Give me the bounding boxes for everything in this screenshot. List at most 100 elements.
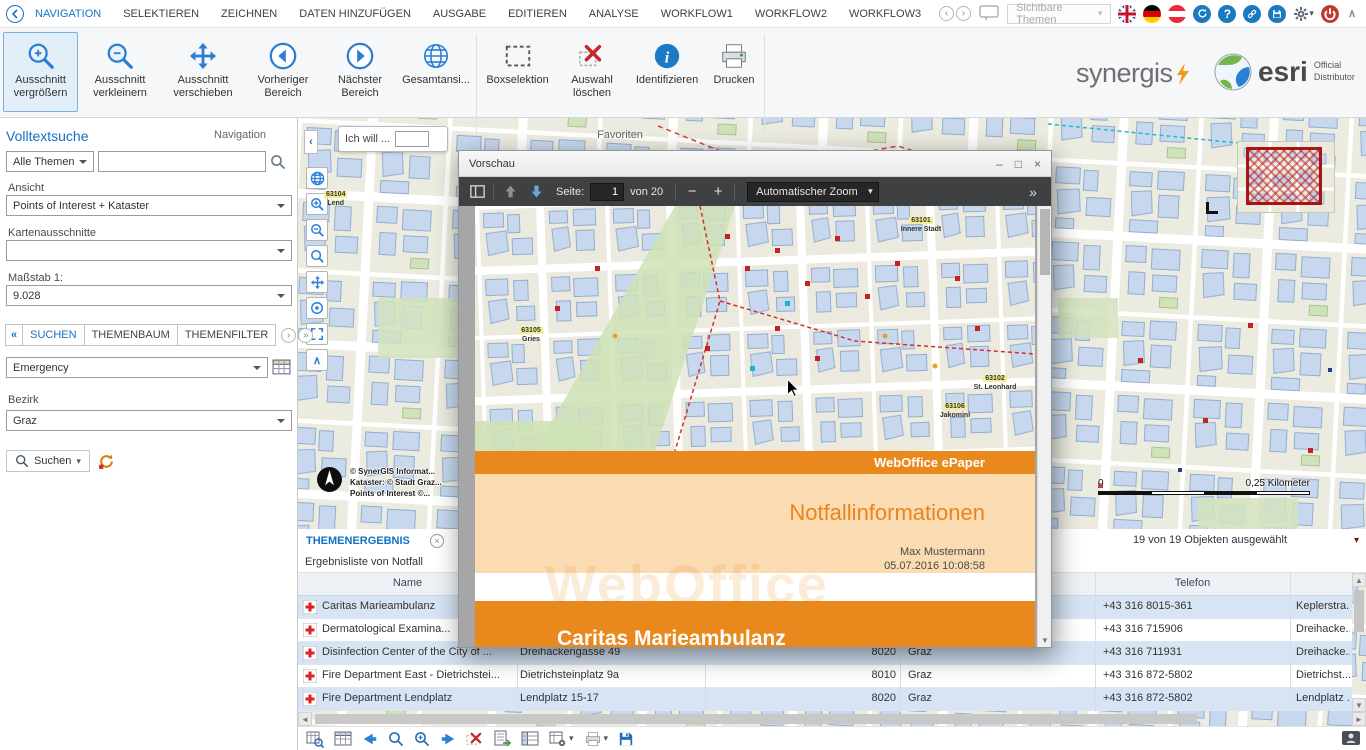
close-icon[interactable]: × xyxy=(1034,157,1041,171)
ribbon-pan-button[interactable]: Ausschnitt verschieben xyxy=(162,32,244,112)
menu-tab-analyse[interactable]: ANALYSE xyxy=(578,8,650,20)
ribbon-next-extent-button[interactable]: Nächster Bereich xyxy=(322,32,398,112)
flag-austria-icon[interactable] xyxy=(1168,5,1186,23)
preview-zoom-in-icon[interactable]: + xyxy=(708,181,728,203)
export-table-icon[interactable] xyxy=(493,730,511,748)
flag-uk-icon[interactable] xyxy=(1118,5,1136,23)
menu-tab-ausgabe[interactable]: AUSGABE xyxy=(422,8,497,20)
massstab-select[interactable]: 9.028 xyxy=(6,285,292,306)
ich-will-input[interactable] xyxy=(395,131,429,147)
search-icon[interactable] xyxy=(270,154,286,170)
close-results-icon[interactable]: × xyxy=(430,534,444,548)
tab-suchen[interactable]: SUCHEN xyxy=(22,324,84,346)
restore-icon[interactable]: □ xyxy=(1015,157,1022,171)
selection-menu-icon[interactable]: ▾ xyxy=(1354,535,1359,546)
help-icon[interactable]: ? xyxy=(1218,5,1236,23)
table-icon[interactable] xyxy=(334,730,352,748)
table-search-icon[interactable] xyxy=(306,730,324,748)
preview-zoom-out-icon[interactable]: − xyxy=(682,181,702,203)
save-table-icon[interactable] xyxy=(618,731,634,747)
scrollbar-thumb[interactable] xyxy=(315,714,1197,724)
menu-tab-workflow3[interactable]: WORKFLOW3 xyxy=(838,8,932,20)
preview-titlebar[interactable]: Vorschau – □ × xyxy=(459,151,1051,177)
scroll-up-icon[interactable]: ▲ xyxy=(1352,573,1366,587)
previous-page-icon[interactable] xyxy=(500,181,520,203)
clear-result-selection-icon[interactable] xyxy=(466,730,483,747)
tab-scroll-left-icon[interactable]: ‹ xyxy=(939,6,954,21)
scroll-left-icon[interactable]: ◄ xyxy=(298,712,312,726)
overview-extent-box[interactable] xyxy=(1246,147,1322,205)
scroll-down-icon[interactable]: ▼ xyxy=(1038,633,1051,647)
zoom-to-result-icon[interactable] xyxy=(388,731,404,747)
ribbon-identify-button[interactable]: i Identifizieren xyxy=(630,32,704,112)
reset-search-icon[interactable] xyxy=(98,453,115,470)
print-table-icon[interactable]: ▾ xyxy=(584,730,609,748)
ribbon-clear-selection-button[interactable]: Auswahl löschen xyxy=(557,32,627,112)
ribbon-zoom-out-button[interactable]: Ausschnitt verkleinern xyxy=(81,32,159,112)
results-vertical-scrollbar[interactable]: ▲ ▼ xyxy=(1352,573,1366,712)
tab-more-right-icon[interactable]: » xyxy=(298,328,313,343)
theme-table-icon[interactable] xyxy=(272,358,291,377)
zoom-out-tool-icon[interactable] xyxy=(306,219,328,241)
search-theme-select[interactable]: Emergency xyxy=(6,357,268,378)
column-header-telefon[interactable]: Telefon xyxy=(1095,577,1290,589)
table-row[interactable]: Fire Department East - Dietrichstei... D… xyxy=(298,665,1352,688)
results-horizontal-scrollbar[interactable]: ◄ ► xyxy=(298,712,1366,726)
toolbar-more-icon[interactable]: » xyxy=(1023,181,1043,203)
thumbnails-toggle-icon[interactable] xyxy=(467,181,487,203)
table-row[interactable]: Fire Department Lendplatz Lendplatz 15-1… xyxy=(298,688,1352,711)
scroll-down-icon[interactable]: ▼ xyxy=(1352,698,1366,712)
table-layout-icon[interactable] xyxy=(521,730,539,748)
ribbon-print-button[interactable]: Drucken xyxy=(707,32,761,112)
link-icon[interactable] xyxy=(1243,5,1261,23)
zoom-to-all-icon[interactable] xyxy=(414,731,430,747)
logout-power-icon[interactable] xyxy=(1321,5,1339,23)
zoom-mode-select[interactable]: Automatischer Zoom ▾ xyxy=(747,182,878,202)
app-menu-icon[interactable] xyxy=(6,5,24,23)
ich-will-widget[interactable]: Ich will ... xyxy=(338,126,448,152)
scroll-right-icon[interactable]: ► xyxy=(1352,712,1366,726)
tab-themenfilter[interactable]: THEMENFILTER xyxy=(177,324,277,346)
menu-tab-workflow1[interactable]: WORKFLOW1 xyxy=(650,8,744,20)
overview-map[interactable] xyxy=(1238,142,1334,212)
collapse-tools-icon[interactable]: ∧ xyxy=(306,349,328,371)
menu-tab-editieren[interactable]: EDITIEREN xyxy=(497,8,578,20)
sidebar-collapse-icon[interactable]: ‹ xyxy=(304,130,318,154)
visible-themes-select[interactable]: Sichtbare Themen ▾ xyxy=(1007,4,1111,24)
fulltext-search-input[interactable] xyxy=(98,151,266,172)
minimize-icon[interactable]: – xyxy=(996,157,1003,171)
suchen-button[interactable]: Suchen ▾ xyxy=(6,450,90,472)
next-page-icon[interactable] xyxy=(526,181,546,203)
menu-tab-navigation[interactable]: NAVIGATION xyxy=(24,8,112,20)
previous-result-icon[interactable] xyxy=(362,731,378,747)
scrollbar-thumb[interactable] xyxy=(1354,590,1364,632)
preview-scrollbar[interactable]: ▼ xyxy=(1037,206,1051,647)
menu-tab-workflow2[interactable]: WORKFLOW2 xyxy=(744,8,838,20)
next-result-icon[interactable] xyxy=(440,731,456,747)
table-settings-icon[interactable]: ▾ xyxy=(549,730,574,748)
ribbon-box-select-button[interactable]: Boxselektion xyxy=(481,32,554,112)
ribbon-full-extent-button[interactable]: Gesamtansi... xyxy=(401,32,471,112)
pan-tool-icon[interactable] xyxy=(306,271,328,293)
ansicht-select[interactable]: Points of Interest + Kataster xyxy=(6,195,292,216)
map-overview-tool-icon[interactable] xyxy=(306,167,328,189)
collapse-tabs-icon[interactable]: « xyxy=(5,324,23,346)
zoom-window-tool-icon[interactable] xyxy=(306,245,328,267)
feedback-icon[interactable] xyxy=(979,5,999,22)
flag-germany-icon[interactable] xyxy=(1143,5,1161,23)
session-user-icon[interactable] xyxy=(1342,731,1360,745)
ribbon-zoom-in-button[interactable]: Ausschnitt vergrößern xyxy=(3,32,78,112)
save-icon[interactable] xyxy=(1268,5,1286,23)
collapse-ribbon-icon[interactable]: ∧ xyxy=(1348,7,1356,20)
tab-more-left-icon[interactable]: › xyxy=(281,328,296,343)
kartenausschnitte-select[interactable] xyxy=(6,240,292,261)
ribbon-previous-extent-button[interactable]: Vorheriger Bereich xyxy=(247,32,319,112)
settings-gear-icon[interactable]: ▾ xyxy=(1293,6,1314,22)
tab-scroll-right-icon[interactable]: › xyxy=(956,6,971,21)
tab-themenbaum[interactable]: THEMENBAUM xyxy=(84,324,178,346)
theme-scope-select[interactable]: Alle Themen xyxy=(6,151,94,172)
menu-tab-zeichnen[interactable]: ZEICHNEN xyxy=(210,8,288,20)
refresh-icon[interactable] xyxy=(1193,5,1211,23)
page-input[interactable] xyxy=(590,183,624,201)
menu-tab-selektieren[interactable]: SELEKTIEREN xyxy=(112,8,210,20)
